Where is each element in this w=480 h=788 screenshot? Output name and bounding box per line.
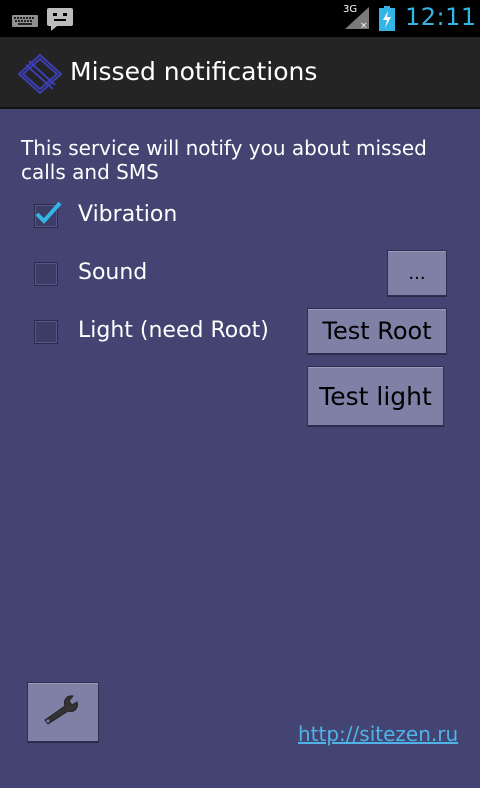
settings-button[interactable]: [27, 682, 99, 742]
test-light-button[interactable]: Test light: [307, 366, 444, 426]
checkmark-icon: [33, 199, 63, 231]
action-bar: Missed notifications: [0, 37, 480, 109]
vibration-label: Vibration: [78, 202, 178, 227]
sound-label: Sound: [78, 260, 148, 285]
sound-picker-button[interactable]: ...: [387, 250, 447, 296]
svg-text:×: ×: [360, 21, 368, 31]
light-checkbox[interactable]: [34, 320, 58, 344]
sound-checkbox[interactable]: [34, 262, 58, 286]
keyboard-icon: [12, 12, 38, 31]
app-title: Missed notifications: [70, 57, 318, 86]
website-link[interactable]: http://sitezen.ru: [298, 722, 458, 746]
service-description: This service will notify you about misse…: [21, 136, 427, 184]
app-logo-icon[interactable]: [17, 53, 63, 99]
battery-charging-icon: [378, 6, 396, 36]
wrench-icon: [41, 694, 85, 730]
clock: 12:11: [405, 3, 477, 31]
signal-icon: ×: [343, 5, 371, 35]
status-bar: 3G × 12:11: [0, 0, 480, 37]
message-notification-icon: [46, 7, 74, 35]
vibration-checkbox[interactable]: [34, 201, 62, 228]
light-label: Light (need Root): [78, 318, 269, 343]
test-root-button[interactable]: Test Root: [307, 308, 447, 354]
